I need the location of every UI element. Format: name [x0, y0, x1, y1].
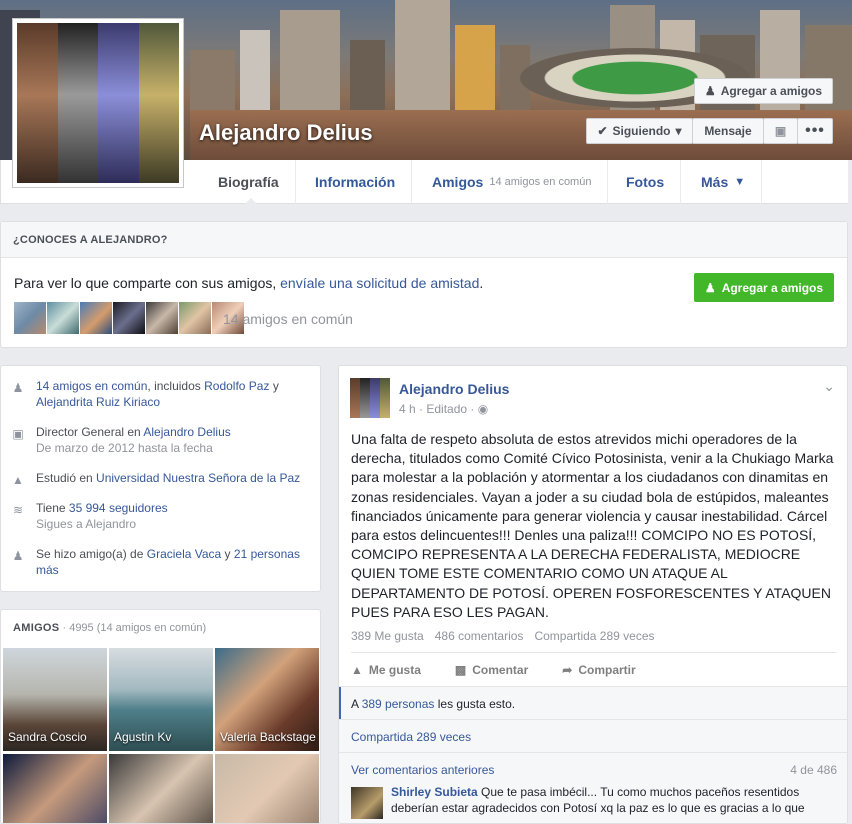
following-button[interactable]: ✔ Siguiendo ▾	[586, 118, 693, 144]
video-camera-icon: ▣	[774, 124, 787, 138]
avatar[interactable]	[113, 302, 145, 334]
thumbs-up-icon: ▲	[351, 662, 363, 677]
avatar[interactable]	[351, 787, 383, 819]
tab-photos[interactable]: Fotos	[610, 160, 682, 204]
check-icon: ✔	[597, 124, 608, 138]
friend-tile[interactable]: Valeria Backstage	[215, 648, 319, 751]
share-button[interactable]: ➦ Compartir	[562, 663, 635, 677]
post-meta: 4 h · Editado · ◉	[399, 402, 489, 416]
tab-biography[interactable]: Biografía	[202, 160, 296, 205]
followers-row: ≋ Tiene 35 994 seguidores Sigues a Aleja…	[12, 501, 168, 531]
post-author[interactable]: Alejandro Delius	[399, 381, 509, 397]
likes-summary: A 389 personas les gusta esto.	[351, 697, 516, 711]
comment-text: Shirley Subieta Que te pasa imbécil... T…	[391, 785, 805, 815]
avatar[interactable]	[350, 378, 390, 418]
rss-icon: ≋	[12, 503, 24, 517]
post-actions: ▲ Me gusta ▩ Comentar ➦ Compartir	[351, 652, 837, 686]
tab-friends[interactable]: Amigos 14 amigos en común	[416, 160, 609, 204]
comments-count[interactable]: 486 comentarios	[435, 629, 524, 643]
share-icon: ➦	[562, 662, 573, 677]
like-button[interactable]: ▲ Me gusta	[351, 663, 421, 677]
friendship-row: ♟ Se hizo amigo(a) de Graciela Vaca y 21…	[12, 547, 300, 577]
friend-tile[interactable]: Agustin Kv	[109, 648, 213, 751]
add-friend-icon: ♟	[704, 84, 716, 98]
avatar[interactable]	[146, 302, 178, 334]
post-text: Una falta de respeto absoluta de estos a…	[351, 431, 834, 620]
intro-card: ♟ 14 amigos en común, incluidos Rodolfo …	[0, 365, 321, 592]
mutual-friends-count[interactable]: 14 amigos en común	[223, 311, 353, 327]
add-friend-cover-button[interactable]: ♟ Agregar a amigos	[694, 78, 833, 104]
add-friend-icon: ♟	[704, 280, 716, 295]
briefcase-icon: ▣	[12, 427, 24, 441]
avatar[interactable]	[179, 302, 211, 334]
friends-card: AMIGOS · 4995 (14 amigos en común) Sandr…	[0, 609, 321, 824]
card-heading: ¿CONOCES A ALEJANDRO?	[1, 222, 847, 258]
post-stats: 389 Me gusta 486 comentarios Compartida …	[351, 629, 655, 643]
ellipsis-icon: •••	[805, 122, 825, 139]
avatar[interactable]	[80, 302, 112, 334]
profile-name[interactable]: Alejandro Delius	[199, 120, 373, 146]
people-icon: ♟	[12, 381, 24, 395]
avatar[interactable]	[14, 302, 46, 334]
graduation-cap-icon: ▲	[12, 473, 24, 487]
tab-more[interactable]: Más ▼	[685, 160, 762, 204]
friend-tile[interactable]	[109, 754, 213, 823]
people-icon: ♟	[12, 549, 24, 563]
chevron-down-icon: ▾	[675, 124, 682, 138]
post-card: Alejandro Delius 4 h · Editado · ◉ ⌄ Una…	[338, 365, 848, 824]
view-previous-comments-link[interactable]: Ver comentarios anteriores	[351, 763, 494, 777]
tab-information[interactable]: Información	[299, 160, 413, 204]
mutual-friends-thumbnails	[14, 302, 244, 334]
profile-page: Alejandro Delius ♟ Agregar a amigos ✔ Si…	[0, 0, 852, 824]
globe-icon: ◉	[477, 402, 489, 416]
more-options-button[interactable]: •••	[797, 118, 833, 144]
do-you-know-card: ¿CONOCES A ALEJANDRO? Para ver lo que co…	[0, 221, 848, 348]
friend-tile[interactable]	[3, 754, 107, 823]
likes-count[interactable]: 389 Me gusta	[351, 629, 424, 643]
chevron-down-icon[interactable]: ⌄	[823, 378, 835, 395]
friend-request-prompt: Para ver lo que comparte con sus amigos,…	[14, 275, 484, 291]
comment-button[interactable]: ▩ Comentar	[455, 663, 528, 677]
comment-author[interactable]: Shirley Subieta	[391, 785, 478, 799]
add-friend-button[interactable]: ♟ Agregar a amigos	[694, 273, 834, 302]
friend-tile[interactable]: Sandra Coscio	[3, 648, 107, 751]
comments-section: A 389 personas les gusta esto. Compartid…	[339, 686, 847, 823]
chevron-down-icon: ▼	[734, 176, 746, 188]
comment-counter: 4 de 486	[790, 763, 837, 777]
profile-picture[interactable]	[12, 18, 184, 188]
shares-link[interactable]: Compartida 289 veces	[351, 730, 471, 744]
friend-request-link[interactable]: envíale una solicitud de amistad	[280, 275, 479, 291]
shares-count[interactable]: Compartida 289 veces	[534, 629, 654, 643]
comment-icon: ▩	[454, 662, 467, 677]
message-button[interactable]: Mensaje	[692, 118, 764, 144]
friend-tile[interactable]	[215, 754, 319, 823]
friends-heading[interactable]: AMIGOS · 4995 (14 amigos en común)	[13, 622, 206, 634]
work-row: ▣ Director General en Alejandro Delius D…	[12, 425, 231, 455]
education-row: ▲ Estudió en Universidad Nuestra Señora …	[12, 471, 301, 487]
avatar[interactable]	[47, 302, 79, 334]
mutual-friends-row: ♟ 14 amigos en común, incluidos Rodolfo …	[12, 379, 279, 409]
video-call-button[interactable]: ▣	[763, 118, 798, 144]
